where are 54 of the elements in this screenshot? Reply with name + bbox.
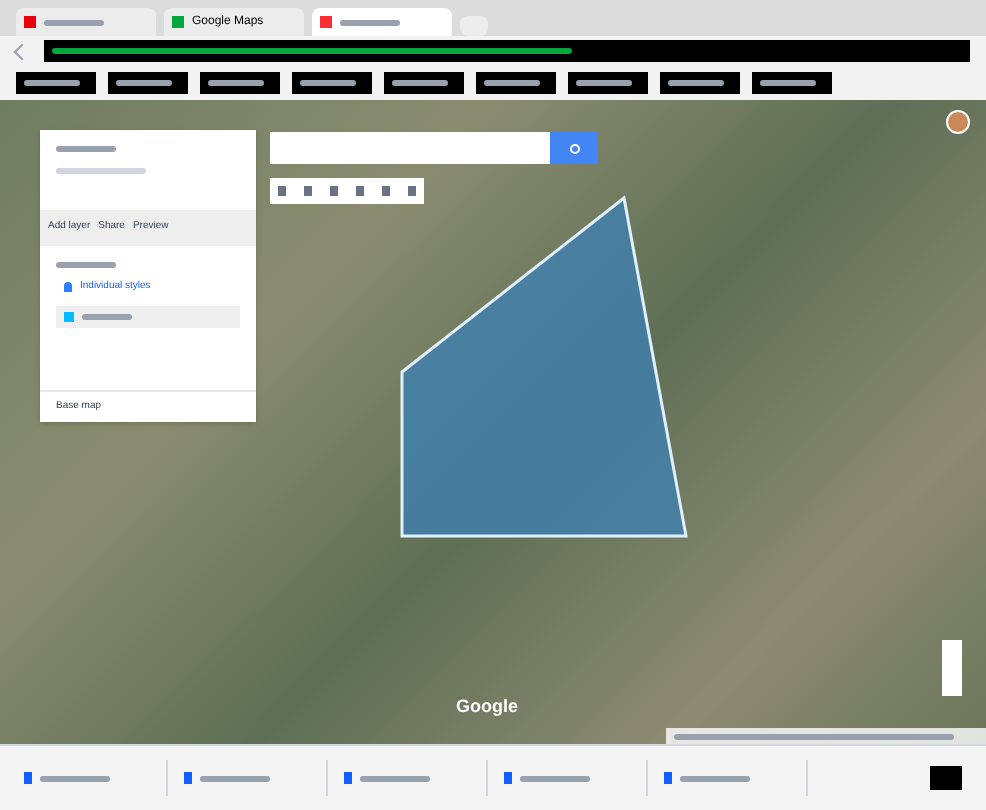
blurred-text (392, 80, 448, 86)
bookmark[interactable] (660, 72, 740, 94)
blurred-text (520, 775, 590, 781)
blurred-text (40, 775, 110, 781)
blurred-text (56, 146, 116, 152)
tool-icon[interactable] (330, 186, 339, 196)
bookmark[interactable] (108, 72, 188, 94)
bookmark[interactable] (292, 72, 372, 94)
tool-icon[interactable] (278, 186, 287, 196)
tool-icon[interactable] (304, 186, 313, 196)
file-icon (344, 772, 352, 784)
blurred-text (360, 775, 430, 781)
tab-icon (172, 16, 184, 28)
blurred-text (668, 80, 724, 86)
blurred-text (44, 19, 104, 25)
tab-icon (24, 16, 36, 28)
search-button[interactable] (550, 132, 598, 164)
bookmark[interactable] (568, 72, 648, 94)
address-bar[interactable] (44, 40, 970, 62)
file-icon (184, 772, 192, 784)
shape-icon (64, 312, 74, 322)
blurred-text (116, 80, 172, 86)
blurred-text (760, 80, 816, 86)
search-icon (569, 143, 579, 153)
blurred-text (200, 775, 270, 781)
bookmark[interactable] (752, 72, 832, 94)
blurred-text (56, 262, 116, 268)
map-logo: Google (456, 693, 518, 720)
bookmark[interactable] (200, 72, 280, 94)
file-icon (664, 772, 672, 784)
blurred-text (82, 314, 132, 320)
pin-icon (64, 282, 72, 292)
file-icon (24, 772, 32, 784)
account-avatar[interactable] (946, 110, 970, 134)
tool-icon[interactable] (407, 186, 416, 196)
blurred-text (208, 80, 264, 86)
blurred-text (300, 80, 356, 86)
blurred-text (24, 80, 80, 86)
tab-icon (320, 16, 332, 28)
file-icon (504, 772, 512, 784)
blurred-text (484, 80, 540, 86)
blurred-text (680, 775, 750, 781)
blurred-text (340, 19, 400, 25)
search-field[interactable] (270, 132, 550, 164)
bookmark[interactable] (16, 72, 96, 94)
shape-polygon[interactable] (400, 195, 688, 538)
browser-tab[interactable] (312, 8, 452, 36)
blurred-text (56, 168, 146, 174)
browser-tab[interactable] (16, 8, 156, 36)
bookmark[interactable] (384, 72, 464, 94)
bookmark[interactable] (476, 72, 556, 94)
blurred-text (576, 80, 632, 86)
tool-icon[interactable] (355, 186, 364, 196)
tool-icon[interactable] (381, 186, 390, 196)
